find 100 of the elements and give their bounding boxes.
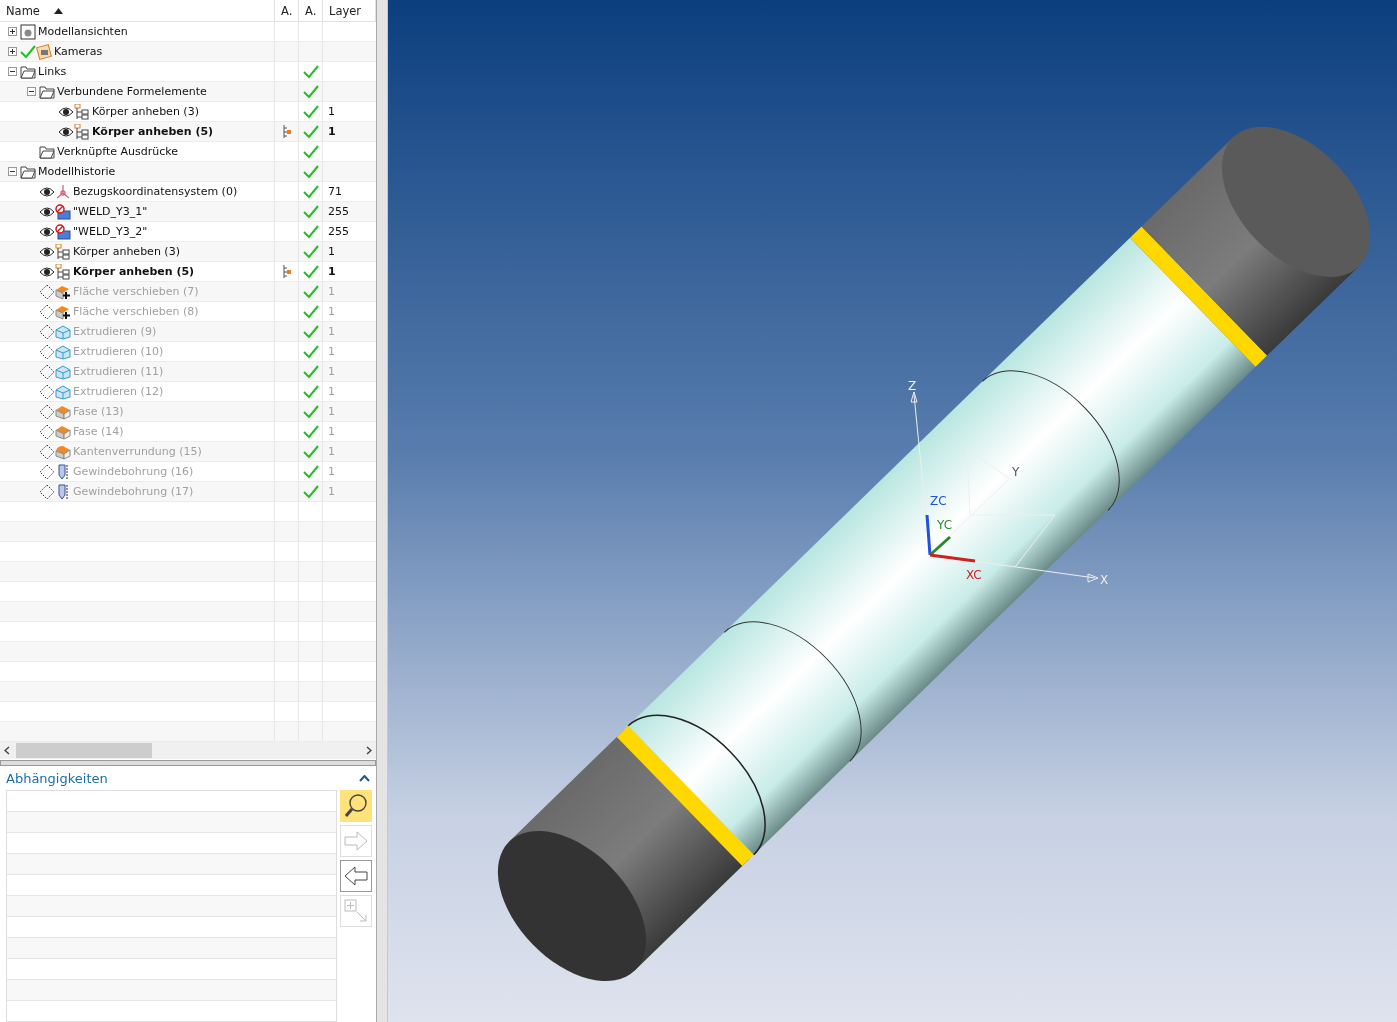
dotted-diamond-icon[interactable] [39, 383, 55, 400]
layer-number: 71 [328, 185, 342, 199]
scroll-left-icon[interactable] [4, 746, 10, 756]
collapse-toggle[interactable] [7, 167, 17, 177]
dotted-diamond-icon[interactable] [39, 443, 55, 460]
tree-item-label[interactable]: Verknüpfte Ausdrücke [57, 145, 178, 159]
check-icon [302, 244, 319, 259]
check-icon [302, 404, 319, 419]
block-move-icon [55, 303, 71, 320]
panel-title: Abhängigkeiten [6, 770, 108, 786]
extrude-icon [55, 343, 71, 360]
extrude-icon [55, 363, 71, 380]
layer-number: 1 [328, 245, 335, 259]
check-icon[interactable] [20, 44, 36, 59]
dotted-diamond-icon[interactable] [39, 403, 55, 420]
tree-item-label[interactable]: "WELD_Y3_1" [73, 205, 148, 219]
block-move-icon [55, 283, 71, 300]
horizontal-scrollbar[interactable] [0, 742, 377, 760]
tree-item-label[interactable]: Modellhistorie [38, 165, 116, 179]
layer-number: 1 [328, 305, 335, 319]
tree-item-label[interactable]: Bezugskoordinatensystem (0) [73, 185, 238, 199]
layer-number: 1 [328, 465, 335, 479]
check-icon [302, 204, 319, 219]
tree-item-label[interactable]: Körper anheben (3) [73, 245, 180, 259]
layer-number: 1 [328, 285, 335, 299]
scrollbar-thumb[interactable] [16, 743, 152, 759]
collapse-toggle[interactable] [26, 87, 36, 97]
layer-number: 1 [328, 105, 335, 119]
expand-icon [343, 898, 369, 924]
column-header[interactable]: A. [275, 0, 299, 22]
eye-icon[interactable] [58, 125, 74, 138]
tree-item-label[interactable]: Modellansichten [38, 25, 128, 39]
check-icon [302, 264, 319, 279]
axis-label: Z [908, 379, 917, 393]
layer-number: 1 [328, 125, 336, 139]
axis-label: X [1100, 573, 1109, 587]
tree-item-label[interactable]: Links [38, 65, 67, 79]
check-icon [302, 124, 319, 139]
eye-icon[interactable] [39, 245, 55, 258]
check-icon [302, 284, 319, 299]
axis-label: YC [937, 518, 953, 532]
check-icon [302, 464, 319, 479]
dotted-diamond-icon[interactable] [39, 343, 55, 360]
column-header[interactable]: A. [299, 0, 323, 22]
check-icon [302, 224, 319, 239]
check-icon [302, 304, 319, 319]
dotted-diamond-icon[interactable] [39, 303, 55, 320]
check-icon [302, 144, 319, 159]
layer-number: 1 [328, 325, 335, 339]
back-button[interactable] [340, 860, 372, 892]
check-icon [302, 344, 319, 359]
tree-item-label[interactable]: Kameras [54, 45, 103, 59]
expand-toggle[interactable] [7, 27, 17, 37]
dotted-diamond-icon[interactable] [39, 483, 55, 500]
search-icon [343, 793, 369, 819]
layer-number: 255 [328, 205, 349, 219]
layer-number: 1 [328, 445, 335, 459]
axis-label: Y [1012, 465, 1020, 479]
axis-label: XC [966, 568, 982, 582]
tree-item-label[interactable]: Körper anheben (3) [92, 105, 199, 119]
chevron-up-icon[interactable] [359, 774, 371, 782]
extrude-icon [55, 323, 71, 340]
right-arrow-icon [344, 831, 368, 851]
expand-toggle[interactable] [7, 47, 17, 57]
extrude-icon [55, 383, 71, 400]
layer-number: 1 [328, 425, 335, 439]
dotted-diamond-icon[interactable] [39, 423, 55, 440]
check-icon [302, 384, 319, 399]
check-icon [302, 364, 319, 379]
column-header[interactable]: Name [0, 0, 275, 22]
dotted-diamond-icon[interactable] [39, 283, 55, 300]
column-header[interactable]: Layer [323, 0, 377, 22]
camera-icon [36, 43, 52, 60]
dotted-diamond-icon[interactable] [39, 323, 55, 340]
check-icon [302, 444, 319, 459]
scroll-right-icon[interactable] [366, 746, 373, 756]
tree-item-label[interactable]: "WELD_Y3_2" [73, 225, 148, 239]
eye-icon[interactable] [58, 105, 74, 118]
tree-item-label[interactable]: Körper anheben (5) [92, 125, 214, 139]
layer-number: 255 [328, 225, 349, 239]
check-icon [302, 184, 319, 199]
eye-icon[interactable] [39, 205, 55, 218]
collapse-toggle[interactable] [7, 67, 17, 77]
check-icon [302, 484, 319, 499]
layer-number: 1 [328, 485, 335, 499]
dotted-diamond-icon[interactable] [39, 363, 55, 380]
eye-icon[interactable] [39, 265, 55, 278]
layer-number: 1 [328, 385, 335, 399]
dotted-diamond-icon[interactable] [39, 463, 55, 480]
layer-number: 1 [328, 265, 336, 279]
eye-icon[interactable] [39, 225, 55, 238]
axis-label: ZC [930, 494, 947, 508]
search-button[interactable] [340, 790, 372, 822]
check-icon [302, 324, 319, 339]
check-icon [302, 164, 319, 179]
eye-icon[interactable] [39, 185, 55, 198]
drill-bit-icon [55, 483, 71, 500]
check-icon [302, 64, 319, 79]
tree-item-label[interactable]: Körper anheben (5) [73, 265, 195, 279]
check-icon [302, 84, 319, 99]
